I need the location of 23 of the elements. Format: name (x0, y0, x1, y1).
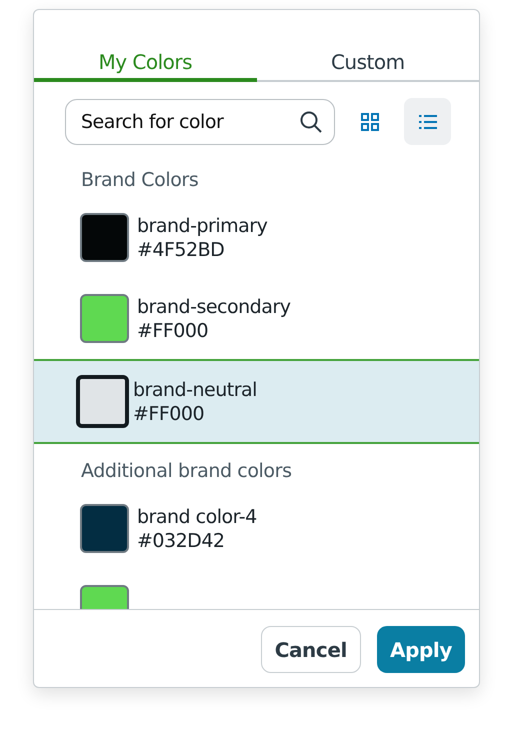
color-item[interactable]: brand-primary #4F52BD (34, 197, 479, 278)
color-item[interactable]: brand-secondary #FF000 (34, 278, 479, 359)
group-heading: Brand Colors (80, 168, 200, 193)
color-name: brand-neutral (133, 378, 257, 402)
color-hex: #4F52BD (137, 238, 226, 262)
color-hex: #032D42 (137, 528, 226, 552)
color-hex: #FF000 (137, 318, 210, 342)
tab[interactable]: Custom (256, 46, 479, 82)
list-view-button[interactable] (404, 98, 451, 145)
search-field[interactable]: Search for color (65, 98, 335, 144)
color-name: brand color-4 (137, 504, 257, 528)
color-name: brand-secondary (137, 294, 290, 318)
color-hex: #FF000 (133, 402, 206, 426)
tab[interactable]: My Colors (34, 46, 256, 82)
cancel-button[interactable]: Cancel (260, 626, 361, 673)
grid-icon (360, 112, 378, 130)
search-icon (299, 110, 323, 134)
color-name: brand-primary (137, 214, 268, 238)
color-item[interactable]: brand-neutral #FF000 (34, 359, 479, 444)
group-heading: Additional brand colors (80, 459, 293, 484)
color-item[interactable]: brand color-4 #032D42 (34, 488, 479, 569)
apply-button[interactable]: Apply (376, 626, 465, 673)
list-icon (418, 114, 436, 128)
